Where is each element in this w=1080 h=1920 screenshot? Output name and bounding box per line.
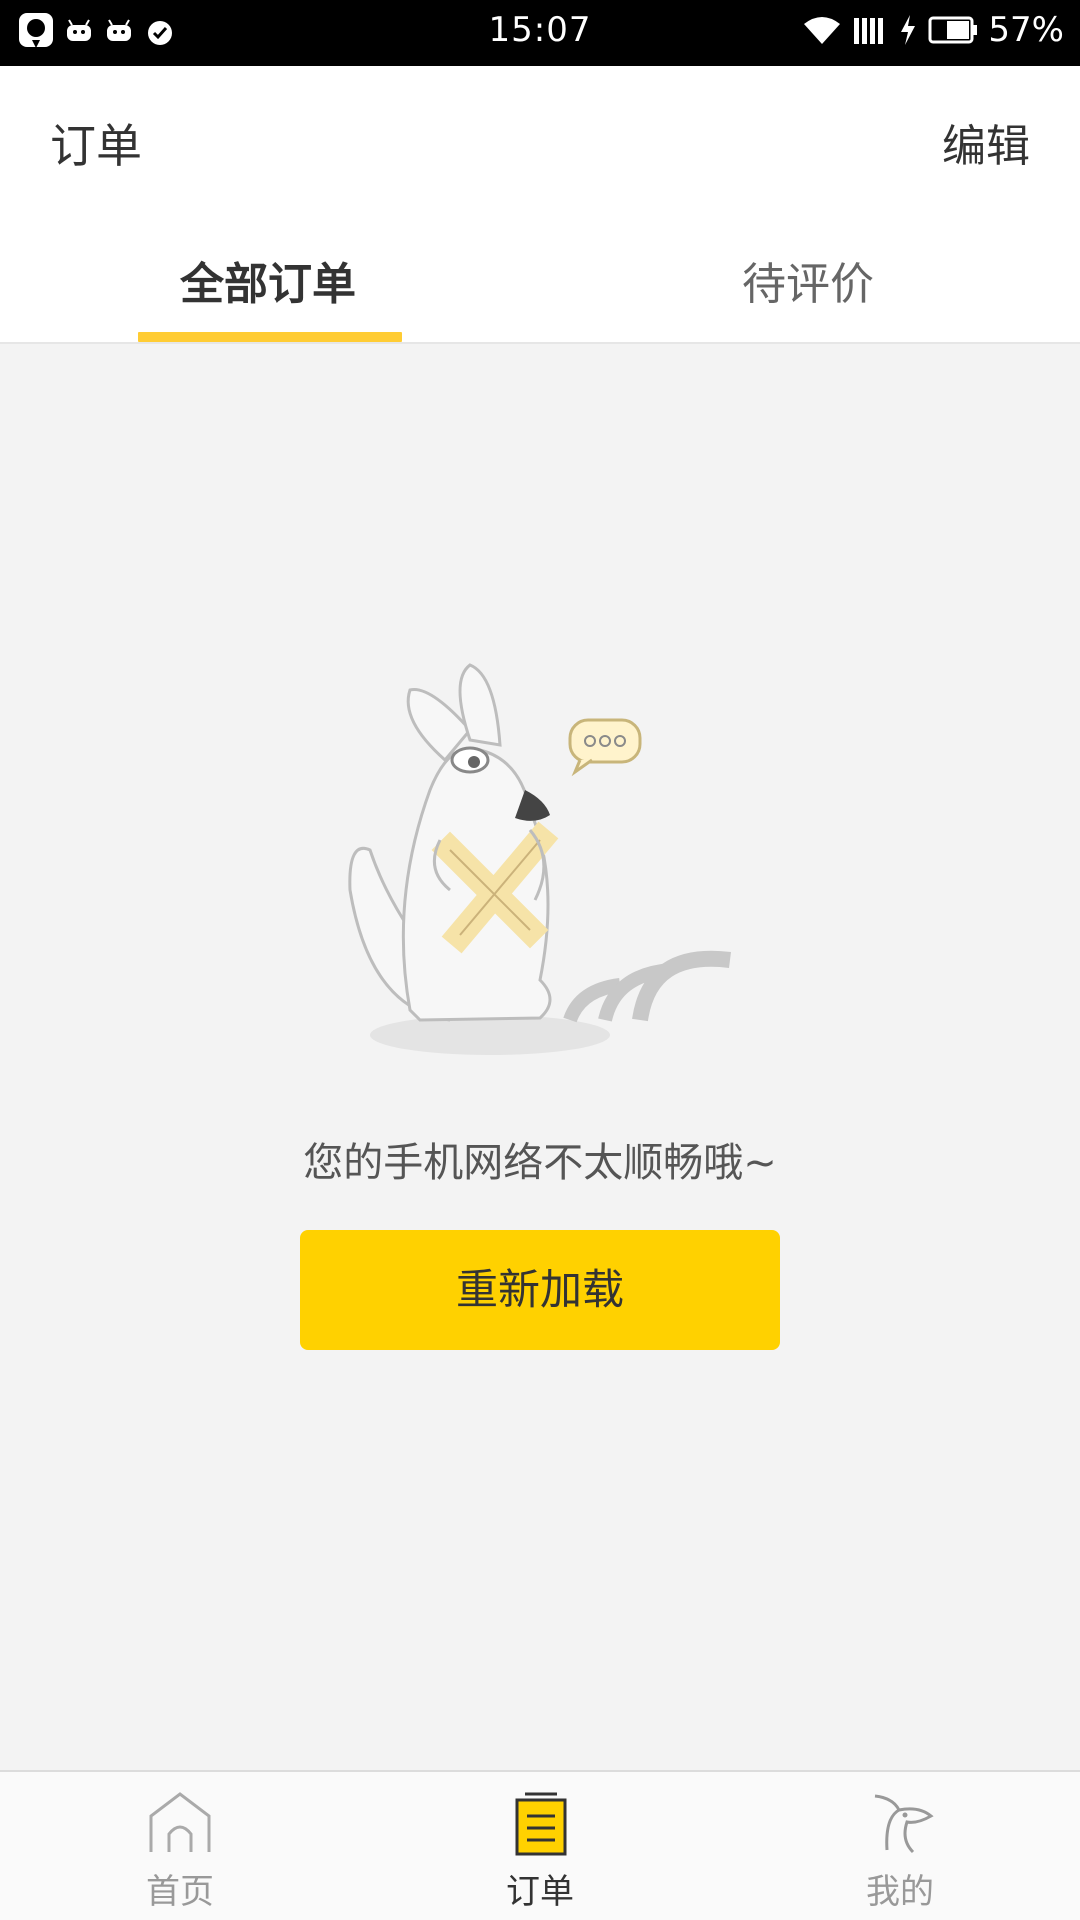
bottom-nav: 首页 订单 我的 [0, 1770, 1080, 1920]
nav-label-mine: 我的 [866, 1872, 934, 1912]
tab-pending-review[interactable]: 待评价 [742, 248, 874, 312]
status-right-icons: 57% [802, 10, 1064, 50]
wifi-icon [804, 17, 841, 44]
nav-item-home[interactable]: 首页 [100, 1788, 260, 1913]
battery-percent: 57% [988, 10, 1064, 50]
nav-item-mine[interactable]: 我的 [820, 1788, 980, 1913]
order-tabs: 全部订单 待评价 [0, 206, 1080, 344]
network-error-message: 您的手机网络不太顺畅哦~ [303, 1140, 777, 1186]
kangaroo-no-network-illustration [348, 663, 731, 1055]
nav-label-home: 首页 [146, 1872, 214, 1912]
orders-icon [515, 1792, 567, 1856]
charging-icon [901, 15, 916, 45]
nav-item-orders[interactable]: 订单 [460, 1788, 620, 1913]
header: 订单 编辑 [0, 66, 1080, 206]
screen: 15:07 57% 订单 编辑 全部订单 待评价 您的手机网络不太顺畅哦~ 重新… [0, 0, 1080, 1920]
reload-button[interactable]: 重新加载 [300, 1230, 780, 1350]
edit-button[interactable]: 编辑 [942, 110, 1030, 174]
home-icon [149, 1792, 211, 1852]
active-tab-indicator [138, 332, 402, 342]
tab-all-orders[interactable]: 全部订单 [180, 248, 356, 312]
signal-icon [854, 18, 884, 44]
nav-label-orders: 订单 [506, 1872, 574, 1912]
status-bar: 15:07 57% [0, 0, 1080, 66]
battery-icon [928, 16, 978, 44]
kangaroo-profile-icon [874, 1794, 934, 1854]
page-title: 订单 [50, 119, 142, 173]
